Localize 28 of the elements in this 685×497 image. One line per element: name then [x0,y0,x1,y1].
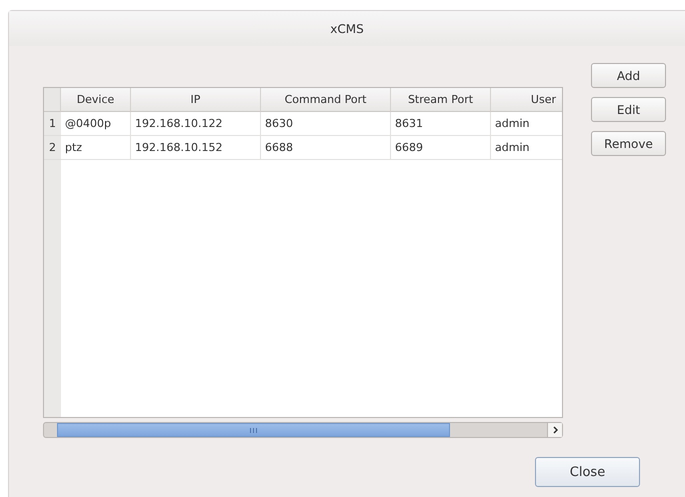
action-button[interactable]: Remove [591,131,666,156]
close-button[interactable]: Close [535,457,640,487]
table-cell: admin [491,136,562,160]
table-cell: ptz [61,136,131,160]
action-button[interactable]: Add [591,63,666,88]
column-header[interactable]: User [491,88,562,112]
row-number: 2 [44,136,61,160]
table-cell: 192.168.10.122 [131,112,261,136]
scrollbar-thumb[interactable] [57,423,450,437]
window-title: xCMS [330,22,364,36]
table-cell: @0400p [61,112,131,136]
table-corner-header [44,88,61,112]
table-cell: 192.168.10.152 [131,136,261,160]
grip-icon [250,428,257,432]
column-header[interactable]: Command Port [261,88,391,112]
row-number: 1 [44,112,61,136]
column-header[interactable]: IP [131,88,261,112]
table-cell: 6688 [261,136,391,160]
table-cell: 6689 [391,136,491,160]
scroll-right-button[interactable] [547,423,562,437]
table-cell: 8631 [391,112,491,136]
chevron-right-icon [552,426,558,434]
action-button[interactable]: Edit [591,97,666,122]
table-cell: admin [491,112,562,136]
horizontal-scrollbar[interactable] [43,422,563,438]
column-header[interactable]: Stream Port [391,88,491,112]
table-cell: 8630 [261,112,391,136]
column-header[interactable]: Device [61,88,131,112]
